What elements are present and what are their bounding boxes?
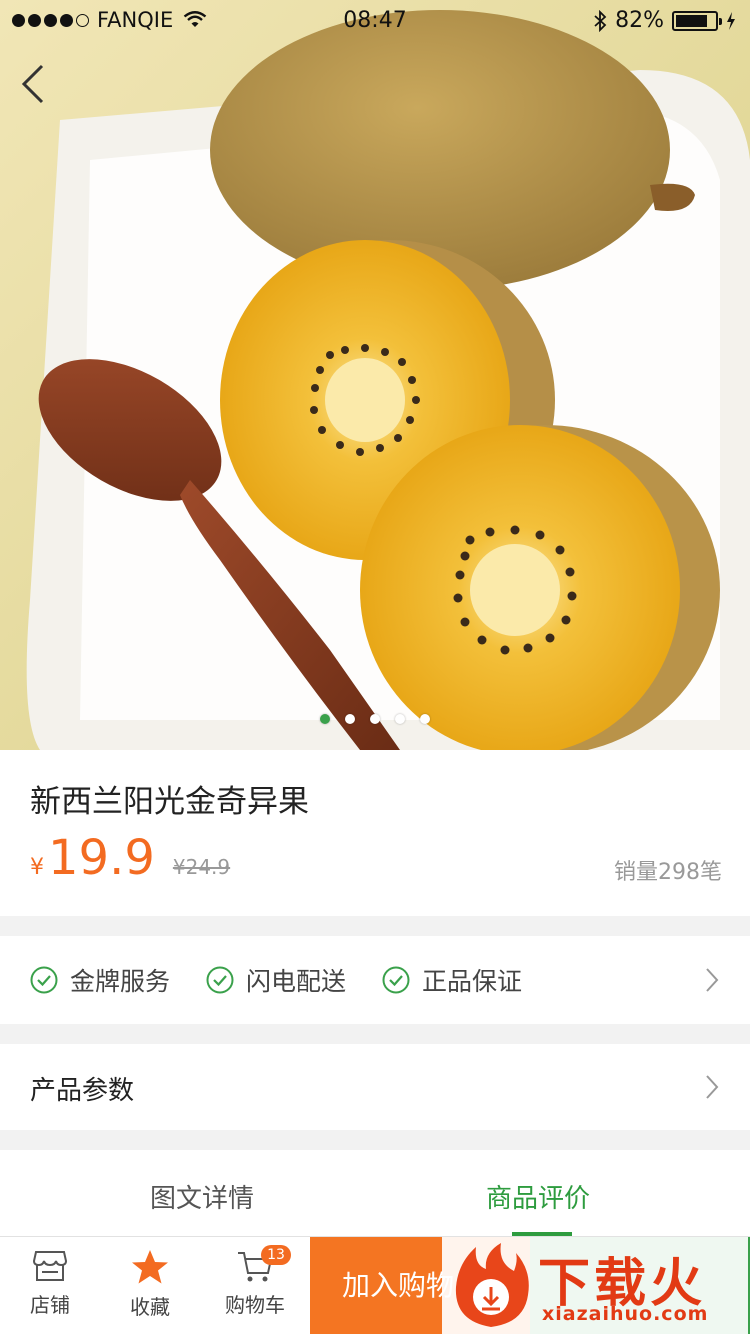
tab-details[interactable]: 图文详情: [150, 1178, 254, 1215]
tab-reviews[interactable]: 商品评价: [486, 1178, 590, 1215]
pager-dot[interactable]: [345, 714, 355, 724]
cart-button[interactable]: 购物车 13: [205, 1245, 305, 1318]
status-bar: FANQIE 08:47 82%: [0, 0, 750, 40]
bottom-action-bar: 店铺 收藏 购物车 13 加入购物 下载火 xiazaihuo.com: [0, 1236, 750, 1334]
watermark: 下载火 xiazaihuo.com: [442, 1237, 748, 1334]
currency-symbol: ¥: [30, 855, 44, 880]
service-item: 闪电配送: [206, 962, 346, 998]
pager-dot[interactable]: [420, 714, 430, 724]
original-price: ¥24.9: [172, 855, 231, 879]
current-price: 19.9: [48, 830, 155, 886]
pager-dot[interactable]: [370, 714, 380, 724]
price-row: ¥ 19.9 ¥24.9: [30, 834, 230, 882]
back-button[interactable]: [18, 62, 58, 106]
chevron-left-icon: [21, 64, 44, 104]
carousel-pager[interactable]: [0, 714, 750, 724]
battery-percent: 82%: [615, 8, 664, 33]
service-guarantees-row[interactable]: 金牌服务 闪电配送 正品保证: [0, 936, 750, 1024]
cart-count-badge: 13: [261, 1245, 291, 1265]
chevron-right-icon: [706, 1075, 719, 1099]
product-image-carousel[interactable]: FANQIE 08:47 82%: [0, 0, 750, 750]
pager-dot[interactable]: [395, 714, 405, 724]
watermark-url: xiazaihuo.com: [542, 1303, 709, 1325]
bluetooth-icon: [594, 9, 607, 32]
service-label: 闪电配送: [246, 967, 347, 996]
check-circle-icon: [206, 966, 234, 994]
chevron-right-icon: [706, 968, 719, 992]
kiwi-photo: [0, 0, 750, 750]
product-params-row[interactable]: 产品参数: [0, 1044, 750, 1130]
product-title: 新西兰阳光金奇异果: [30, 784, 309, 820]
battery-icon: [672, 10, 722, 31]
service-item: 正品保证: [382, 962, 522, 998]
product-info: 新西兰阳光金奇异果 ¥ 19.9 ¥24.9 销量298笔: [0, 750, 750, 916]
service-item: 金牌服务: [30, 962, 170, 998]
shop-label: 店铺: [30, 1293, 70, 1317]
sales-count: 销量298笔: [614, 860, 722, 885]
service-label: 金牌服务: [70, 967, 171, 996]
favorite-label: 收藏: [130, 1295, 170, 1319]
check-circle-icon: [382, 966, 410, 994]
pager-dot[interactable]: [320, 714, 330, 724]
shop-button[interactable]: 店铺: [0, 1249, 100, 1318]
charging-icon: [727, 11, 735, 30]
cart-label: 购物车: [225, 1293, 285, 1317]
flame-logo-icon: [455, 1243, 529, 1327]
service-label: 正品保证: [422, 967, 523, 996]
store-icon: [32, 1251, 68, 1281]
favorite-button[interactable]: 收藏: [100, 1249, 200, 1320]
star-icon: [132, 1250, 168, 1284]
detail-tabs: 图文详情 商品评价: [0, 1150, 750, 1236]
check-circle-icon: [30, 966, 58, 994]
params-label: 产品参数: [30, 1076, 135, 1106]
